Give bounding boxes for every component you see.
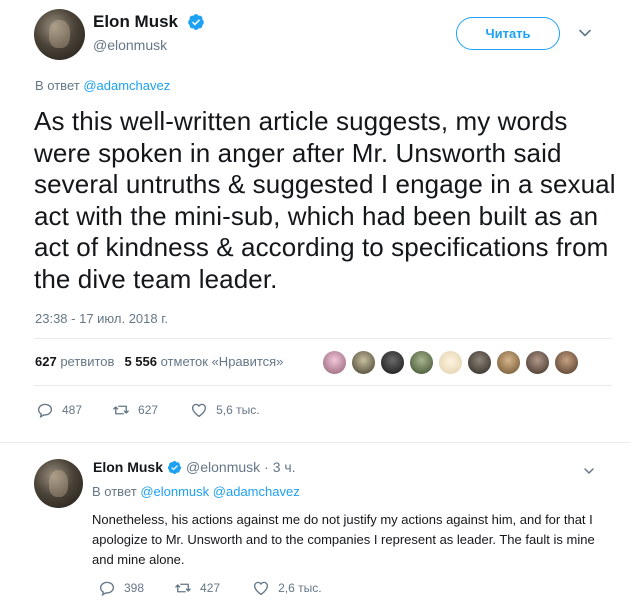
retweet-button[interactable]: 627: [112, 401, 158, 419]
chevron-down-icon[interactable]: [583, 465, 595, 477]
liker-avatar[interactable]: [380, 350, 405, 375]
reply-author-avatar[interactable]: [34, 459, 83, 508]
retweets-stat[interactable]: 627 ретвитов: [35, 354, 114, 369]
reply-count: 487: [62, 403, 83, 417]
retweet-button[interactable]: 427: [174, 579, 220, 597]
author-handle[interactable]: @elonmusk: [93, 37, 167, 53]
retweet-icon: [175, 583, 191, 593]
liker-avatar[interactable]: [351, 350, 376, 375]
likes-count: 5 556: [124, 354, 157, 369]
reply-icon: [37, 403, 53, 419]
author-name[interactable]: Elon Musk: [93, 12, 178, 32]
reply-prefix: В ответ: [35, 78, 80, 93]
like-count: 2,6 тыс.: [278, 581, 322, 595]
retweet-count: 427: [200, 581, 221, 595]
verified-icon: [188, 14, 204, 30]
reply-to-link[interactable]: @adamchavez: [83, 78, 170, 93]
reply-to-link[interactable]: @elonmusk: [140, 484, 209, 499]
divider: [34, 385, 612, 386]
liker-avatar[interactable]: [409, 350, 434, 375]
reply-author-handle[interactable]: @elonmusk: [186, 459, 260, 475]
reply-to-link[interactable]: @adamchavez: [213, 484, 300, 499]
reply-tweet-actions: 398 427 2,6 тыс.: [98, 579, 322, 597]
like-button[interactable]: 5,6 тыс.: [190, 401, 260, 419]
liker-avatar[interactable]: [496, 350, 521, 375]
liker-avatar[interactable]: [525, 350, 550, 375]
follow-button[interactable]: Читать: [456, 17, 560, 50]
reply-prefix: В ответ: [92, 484, 137, 499]
verified-icon: [167, 460, 182, 474]
likes-label: отметок «Нравится»: [160, 354, 284, 369]
reply-button[interactable]: 398: [98, 579, 144, 597]
liker-avatar[interactable]: [438, 350, 463, 375]
reply-icon: [99, 581, 115, 597]
reply-button[interactable]: 487: [36, 401, 82, 419]
liker-avatar[interactable]: [467, 350, 492, 375]
like-icon: [192, 403, 207, 418]
reply-count: 398: [124, 581, 145, 595]
reply-author-name[interactable]: Elon Musk: [93, 459, 163, 475]
liker-avatars: [322, 350, 579, 375]
thread-separator: [0, 442, 631, 443]
reply-context: В ответ @adamchavez: [35, 78, 170, 93]
reply-time-ago[interactable]: · 3 ч.: [264, 459, 295, 475]
retweets-label: ретвитов: [60, 354, 115, 369]
tweet-stats: 627 ретвитов 5 556 отметок «Нравится»: [35, 354, 283, 369]
tweet-actions: 487 627 5,6 тыс.: [36, 401, 260, 419]
divider: [34, 338, 612, 339]
like-icon: [254, 581, 269, 596]
reply-tweet-header: Elon Musk @elonmusk · 3 ч.: [93, 459, 296, 475]
tweet-timestamp[interactable]: 23:38 - 17 июл. 2018 г.: [35, 311, 168, 326]
like-count: 5,6 тыс.: [216, 403, 260, 417]
reply-tweet-text: Nonetheless, his actions against me do n…: [92, 512, 595, 567]
tweet-text: As this well-written article suggests, m…: [34, 106, 616, 294]
retweet-icon: [113, 405, 129, 415]
liker-avatar[interactable]: [322, 350, 347, 375]
chevron-down-icon[interactable]: [578, 26, 592, 40]
retweet-count: 627: [138, 403, 159, 417]
likes-stat[interactable]: 5 556 отметок «Нравится»: [124, 354, 283, 369]
retweets-count: 627: [35, 354, 57, 369]
liker-avatar[interactable]: [554, 350, 579, 375]
reply-context: В ответ @elonmusk @adamchavez: [92, 484, 300, 499]
author-avatar[interactable]: [34, 9, 85, 60]
like-button[interactable]: 2,6 тыс.: [252, 579, 322, 597]
